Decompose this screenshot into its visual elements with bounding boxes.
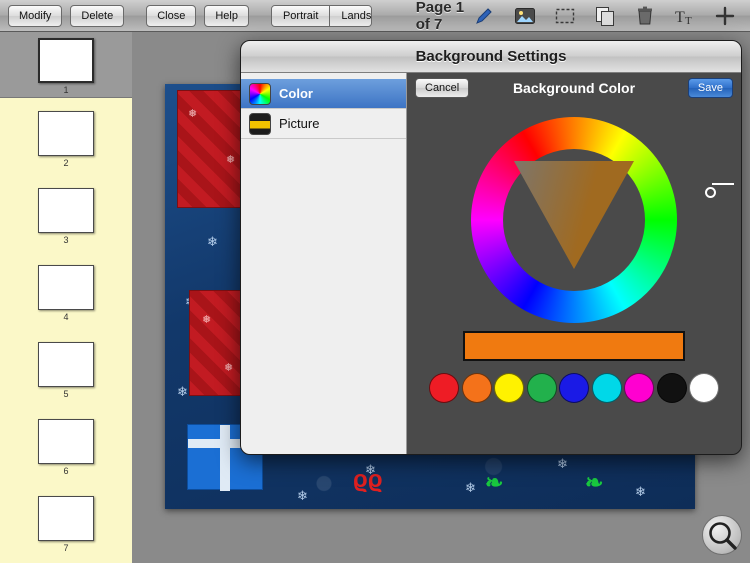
palette-swatch-yellow[interactable] — [494, 373, 524, 403]
magnifier-icon[interactable] — [702, 515, 742, 555]
page-thumbnail-1[interactable]: 1 — [0, 38, 132, 95]
palette-swatch-green[interactable] — [526, 373, 557, 403]
page-thumbnail-image — [38, 111, 94, 156]
delete-button[interactable]: Delete — [70, 4, 125, 27]
page-thumbnail-image — [38, 265, 94, 310]
cancel-button[interactable]: Cancel — [415, 78, 470, 98]
snowflake-icon: ❄ — [465, 480, 476, 495]
page-thumbnail-number: 7 — [63, 543, 69, 553]
page-indicator: Page 1 of 7 — [415, 0, 465, 33]
page-thumbnail-2[interactable]: 2 — [0, 111, 132, 168]
option-color-label: Color — [279, 86, 313, 101]
snowflake-icon: ❄ — [297, 488, 308, 503]
page-thumbnail-number: 5 — [63, 389, 69, 399]
color-wheel-icon — [249, 82, 271, 105]
color-wheel-area[interactable] — [407, 103, 741, 339]
trash-icon[interactable] — [634, 5, 656, 27]
top-toolbar: Modify Delete Close Help Portrait Landsc… — [0, 0, 750, 33]
color-palette[interactable] — [429, 373, 719, 403]
page-thumbnail-number: 2 — [63, 158, 69, 168]
palette-swatch-black[interactable] — [656, 373, 687, 403]
page-thumbnail-image — [38, 496, 94, 541]
snowflake-icon: ❄ — [635, 484, 646, 499]
green-leaf-icon: ❧ — [485, 470, 504, 495]
image-icon[interactable] — [514, 5, 536, 27]
duplicate-icon[interactable] — [594, 5, 616, 27]
page-thumbnail-image — [38, 342, 94, 387]
option-picture-label: Picture — [279, 116, 320, 131]
orientation-segmented-control[interactable]: Portrait Landscape — [270, 4, 372, 27]
hue-marker-tick — [712, 183, 734, 185]
snowflake-icon: ❄ — [557, 456, 568, 471]
page-thumbnail-7[interactable]: 7 — [0, 496, 132, 553]
decoration-text: ϱϱ — [353, 466, 383, 493]
option-color[interactable]: Color — [241, 79, 406, 109]
page-thumbnail-5[interactable]: 5 — [0, 342, 132, 399]
save-button[interactable]: Save — [687, 78, 733, 98]
pen-icon[interactable] — [474, 5, 496, 27]
page-thumbnail-strip[interactable]: 1 2 3 4 5 6 7 — [0, 32, 132, 563]
palette-swatch-blue[interactable] — [559, 373, 589, 403]
add-icon[interactable] — [714, 5, 736, 27]
background-color-panel: Cancel Background Color Save — [407, 73, 741, 454]
palette-swatch-red[interactable] — [429, 373, 459, 403]
page-thumbnail-image — [38, 419, 94, 464]
page-thumbnail-image — [38, 38, 94, 83]
background-settings-dialog: Background Settings Color Picture Cancel… — [240, 40, 742, 455]
settings-option-list[interactable]: Color Picture — [241, 73, 407, 454]
svg-text:T: T — [685, 15, 692, 27]
page-thumbnail-3[interactable]: 3 — [0, 188, 132, 245]
page-thumbnail-number: 4 — [63, 312, 69, 322]
picture-icon — [249, 112, 271, 135]
snowflake-icon: ❄ — [177, 384, 188, 399]
dialog-title: Background Settings — [415, 48, 567, 65]
palette-swatch-white[interactable] — [689, 373, 719, 403]
modify-button[interactable]: Modify — [8, 4, 63, 27]
svg-text:T: T — [675, 9, 685, 26]
snowflake-icon: ❄ — [207, 234, 218, 249]
selected-color-swatch — [463, 331, 685, 361]
page-thumbnail-number: 3 — [63, 235, 69, 245]
selection-icon[interactable] — [554, 5, 576, 27]
page-thumbnail-4[interactable]: 4 — [0, 265, 132, 322]
option-picture[interactable]: Picture — [241, 109, 406, 139]
page-thumbnail-6[interactable]: 6 — [0, 419, 132, 476]
dialog-body: Color Picture Cancel Background Color Sa… — [241, 73, 741, 454]
page-thumbnail-image — [38, 188, 94, 233]
palette-swatch-cyan[interactable] — [591, 373, 622, 403]
palette-swatch-magenta[interactable] — [624, 373, 654, 403]
orientation-portrait[interactable]: Portrait — [271, 5, 330, 26]
toolbar-icon-group: TT — [474, 5, 750, 27]
green-leaf-icon: ❧ — [585, 470, 604, 495]
help-button[interactable]: Help — [204, 4, 249, 27]
hue-marker[interactable] — [705, 187, 716, 198]
page-thumbnail-number: 1 — [63, 85, 69, 95]
page-thumbnail-number: 6 — [63, 466, 69, 476]
palette-swatch-orange[interactable] — [461, 373, 492, 403]
panel-header: Cancel Background Color Save — [407, 73, 741, 103]
orientation-landscape[interactable]: Landscape — [329, 5, 371, 26]
dialog-title-bar: Background Settings — [241, 41, 741, 73]
close-button[interactable]: Close — [146, 4, 197, 27]
text-icon[interactable]: TT — [674, 5, 696, 27]
